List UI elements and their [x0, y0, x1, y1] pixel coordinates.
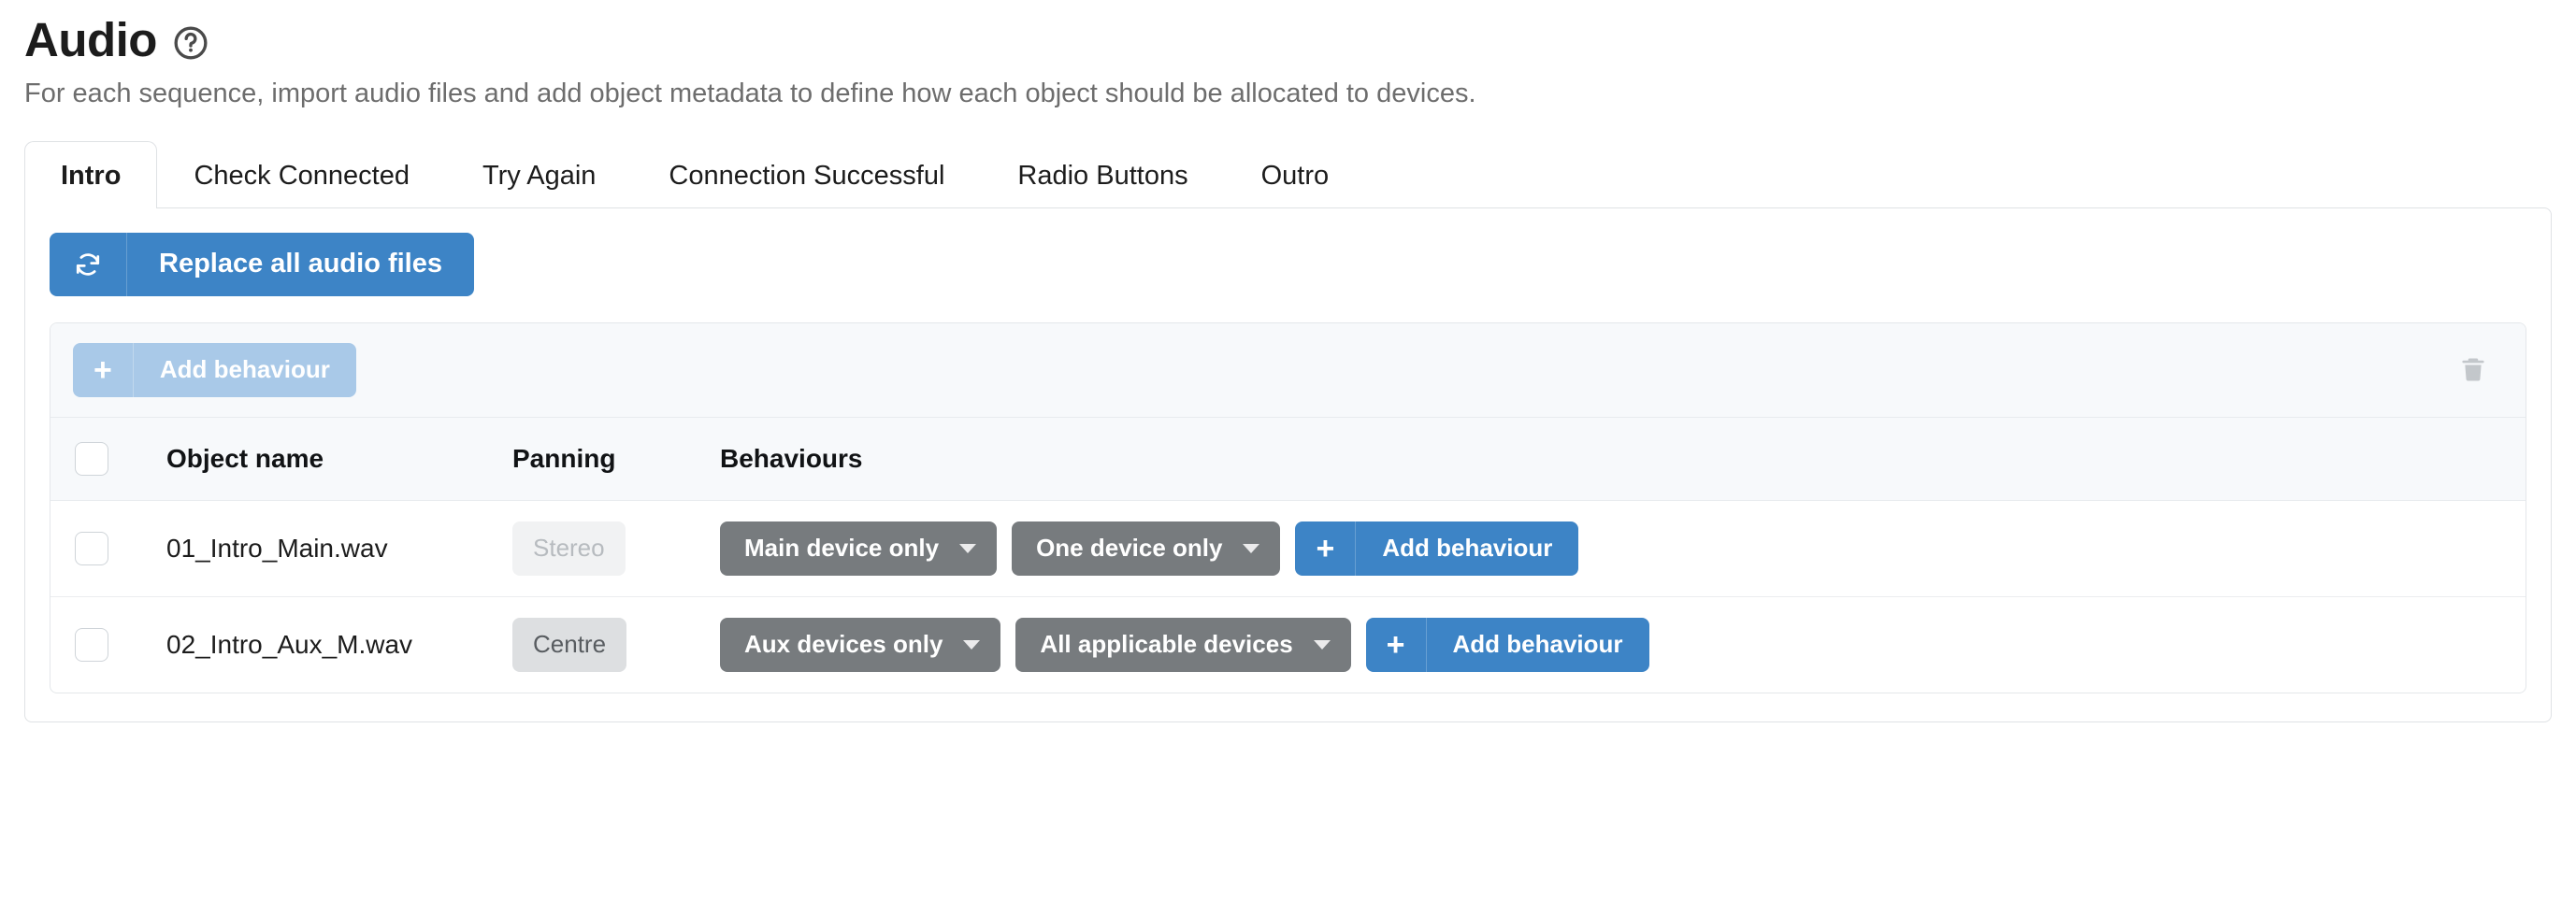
audio-panel: Replace all audio files + Add behaviour [24, 207, 2552, 722]
refresh-icon [50, 232, 127, 296]
add-behaviour-label: Add behaviour [1382, 534, 1553, 563]
tab-connection-successful[interactable]: Connection Successful [632, 141, 981, 208]
behaviours-cell: Main device only One device only + Add b [720, 521, 2526, 576]
behaviour-dropdown[interactable]: One device only [1012, 521, 1281, 576]
behaviours-cell: Aux devices only All applicable devices … [720, 617, 2526, 672]
row-checkbox[interactable] [75, 531, 108, 565]
replace-all-audio-files-label: Replace all audio files [159, 249, 442, 279]
column-header-behaviours: Behaviours [720, 417, 2526, 501]
behaviour-dropdown[interactable]: Aux devices only [720, 617, 1001, 672]
panning-value[interactable]: Stereo [512, 521, 626, 576]
chevron-down-icon [1313, 639, 1331, 650]
table-row: 01_Intro_Main.wav Stereo Main device onl… [50, 500, 2526, 597]
tab-radio-buttons[interactable]: Radio Buttons [981, 141, 1224, 208]
row-select-cell [50, 596, 166, 693]
column-header-object-name: Object name [166, 417, 512, 501]
object-name: 01_Intro_Main.wav [166, 533, 388, 563]
plus-icon: + [73, 342, 134, 397]
behaviour-dropdown[interactable]: All applicable devices [1015, 617, 1351, 672]
chevron-down-icon [1243, 543, 1260, 553]
behaviour-dropdown[interactable]: Main device only [720, 521, 998, 576]
page-title: Audio [24, 13, 157, 66]
column-header-panning: Panning [512, 417, 720, 501]
behaviour-dropdown-label: Aux devices only [744, 630, 943, 659]
select-all-header [50, 417, 166, 501]
tab-try-again[interactable]: Try Again [446, 141, 632, 208]
chevron-down-icon [959, 543, 977, 553]
question-circle-icon[interactable] [172, 24, 209, 62]
audio-page: Audio For each sequence, import audio fi… [0, 0, 2576, 900]
objects-card-toolbar: + Add behaviour [50, 322, 2526, 418]
chevron-down-icon [963, 639, 981, 650]
add-behaviour-bulk-label: Add behaviour [159, 355, 330, 384]
tab-intro[interactable]: Intro [24, 140, 158, 208]
table-header-row: Object name Panning Behaviours [50, 417, 2526, 501]
add-behaviour-label: Add behaviour [1452, 630, 1623, 659]
row-select-cell [50, 500, 166, 597]
behaviour-dropdown-label: Main device only [744, 534, 940, 563]
behaviour-dropdown-label: One device only [1036, 534, 1223, 563]
behaviour-dropdown-label: All applicable devices [1040, 630, 1293, 659]
replace-all-audio-files-button[interactable]: Replace all audio files [50, 232, 474, 296]
trash-icon[interactable] [2453, 350, 2494, 391]
plus-icon: + [1366, 617, 1427, 672]
add-behaviour-button[interactable]: + Add behaviour [1295, 521, 1579, 576]
add-behaviour-bulk-button[interactable]: + Add behaviour [73, 342, 356, 397]
table-row: 02_Intro_Aux_M.wav Centre Aux devices on… [50, 596, 2526, 693]
object-name: 02_Intro_Aux_M.wav [166, 629, 413, 659]
page-description: For each sequence, import audio files an… [24, 78, 1476, 108]
sequence-tabs: Intro Check Connected Try Again Connecti… [24, 140, 2552, 208]
select-all-checkbox[interactable] [75, 441, 108, 476]
plus-icon: + [1295, 521, 1357, 576]
audio-objects-table: Object name Panning Behaviours 01_Intro_… [50, 417, 2526, 693]
add-behaviour-button[interactable]: + Add behaviour [1365, 617, 1649, 672]
tab-outro[interactable]: Outro [1225, 141, 1366, 208]
panning-value[interactable]: Centre [512, 617, 627, 672]
tab-check-connected[interactable]: Check Connected [157, 141, 446, 208]
objects-card: + Add behaviour Object name Panning Beha… [50, 321, 2526, 693]
row-checkbox[interactable] [75, 627, 108, 662]
page-header: Audio [24, 15, 2552, 65]
